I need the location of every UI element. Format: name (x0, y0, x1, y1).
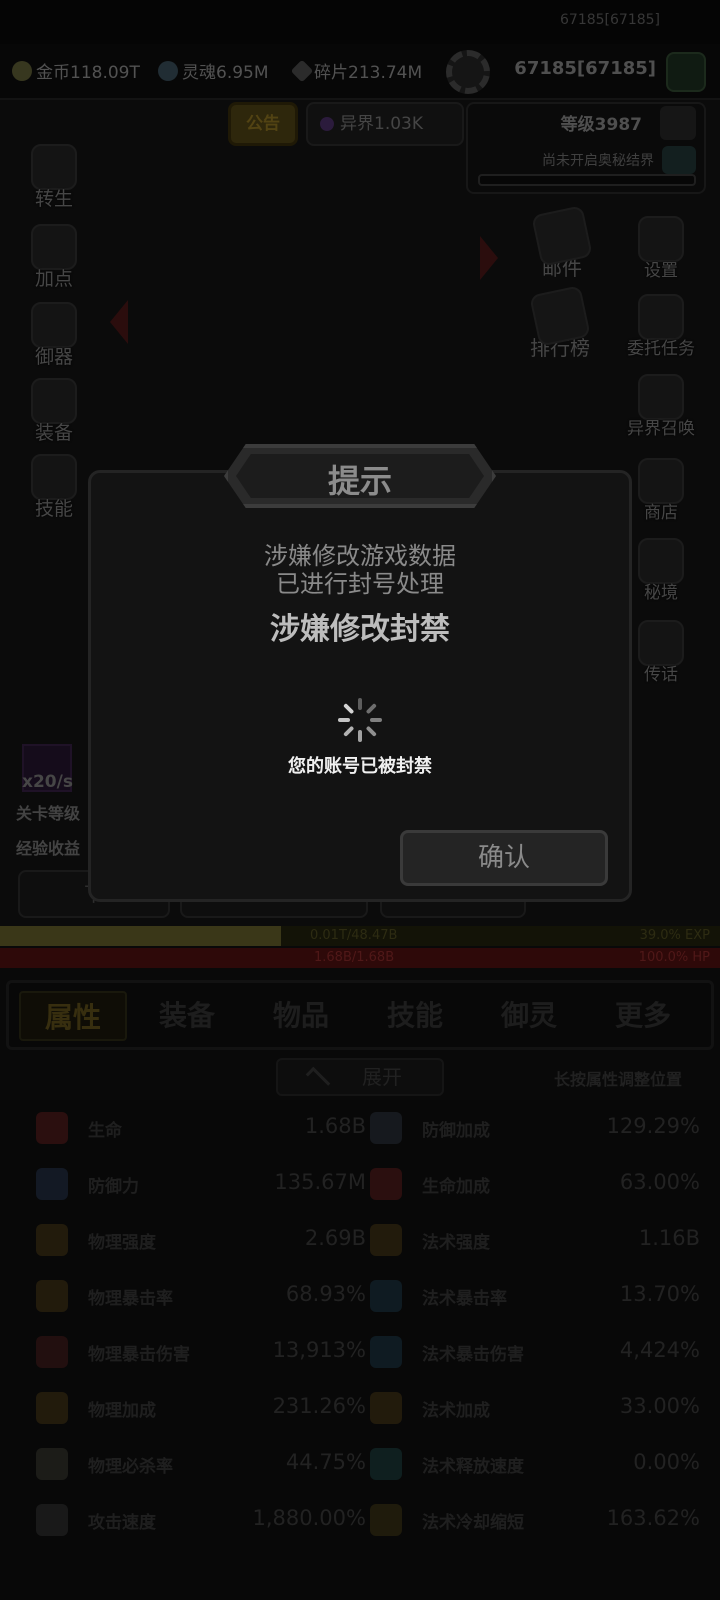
dialog-title: 提示 (327, 462, 392, 500)
account-banned-text: 您的账号已被封禁 (288, 756, 432, 777)
spinner-spoke (358, 730, 362, 742)
dialog-main-message: 涉嫌修改封禁 (270, 612, 450, 647)
spinner-spoke (343, 725, 355, 737)
dialog-message-line-2: 已进行封号处理 (276, 570, 444, 598)
spinner-spoke (338, 718, 350, 722)
confirm-button[interactable]: 确认 (400, 830, 608, 886)
spinner-spoke (365, 725, 377, 737)
loading-spinner-icon (338, 698, 382, 742)
spinner-spoke (343, 703, 355, 715)
spinner-spoke (370, 718, 382, 722)
dialog-title-frame: 提示 (214, 436, 506, 516)
spinner-spoke (358, 698, 362, 710)
spinner-spoke (365, 703, 377, 715)
